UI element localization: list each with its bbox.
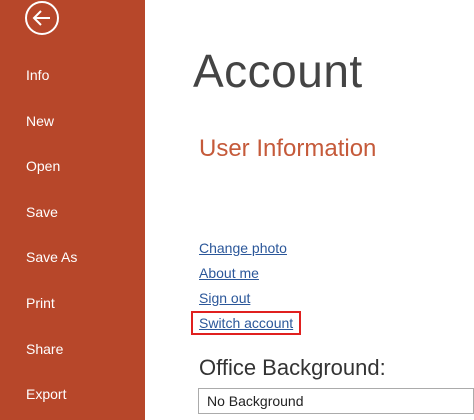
app-window: Info New Open Save Save As Print Share E… [0,0,474,420]
office-background-select[interactable]: No Background [198,388,474,414]
user-information-heading: User Information [199,135,377,162]
account-pane: Account User Information Change photo Ab… [145,0,474,420]
office-background-label: Office Background: [199,355,386,380]
office-background-value: No Background [207,393,304,409]
back-arrow-circle-icon [25,1,59,35]
sidebar-item-new[interactable]: New [26,112,54,130]
page-title: Account [193,45,363,97]
sidebar-item-open[interactable]: Open [26,157,60,175]
sidebar-item-share[interactable]: Share [26,340,63,358]
sidebar-item-print[interactable]: Print [26,294,55,312]
sidebar-item-export[interactable]: Export [26,385,66,403]
back-button[interactable] [22,0,62,38]
sidebar-item-save[interactable]: Save [26,203,58,221]
about-me-link[interactable]: About me [199,264,259,282]
change-photo-link[interactable]: Change photo [199,239,287,257]
sidebar-item-info[interactable]: Info [26,66,49,84]
switch-account-highlight [191,311,301,335]
sign-out-link[interactable]: Sign out [199,289,250,307]
sidebar-item-save-as[interactable]: Save As [26,248,77,266]
backstage-sidebar: Info New Open Save Save As Print Share E… [0,0,145,420]
